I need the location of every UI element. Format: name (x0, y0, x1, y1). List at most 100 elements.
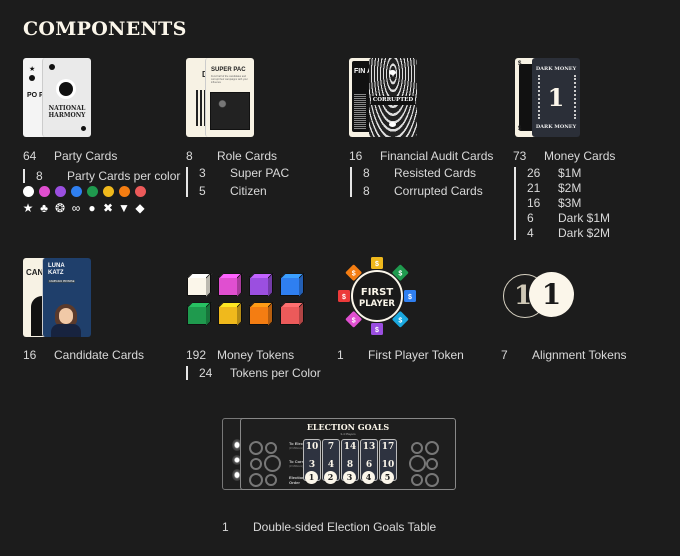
ring-slot (250, 458, 262, 470)
label: Party Cards (54, 149, 118, 163)
dollar-icon: $ (398, 317, 402, 324)
money-token-cube (187, 305, 207, 325)
party-name: NATIONAL HARMONY (48, 105, 86, 119)
count: 64 (23, 149, 37, 163)
to-corrupt-value: 6 (365, 460, 373, 470)
first-player-text-2: PLAYER (359, 299, 395, 309)
ring-slot (425, 441, 439, 455)
audit-card-front-text: CORRUPTED (371, 96, 415, 105)
label: Dark $2M (558, 226, 611, 240)
role-description: Fund half of the candidates and corrupt … (211, 75, 248, 84)
dollar-icon: $ (375, 261, 379, 268)
alignment-row: 7 Alignment Tokens (501, 348, 627, 362)
clover-icon: ♣ (40, 201, 48, 215)
dollar-icon: $ (342, 294, 346, 301)
color-swatch (39, 186, 50, 197)
table-title: ELECTION GOALS (306, 422, 390, 432)
first-player-row: 1 First Player Token (337, 348, 464, 362)
money-sub-row: 16 $3M (527, 196, 581, 210)
role-sub-row: 5 Citizen (199, 184, 267, 198)
page-title: COMPONENTS (23, 18, 187, 40)
money-token-cube (218, 276, 238, 296)
divider (23, 169, 25, 183)
circle-icon: ● (88, 201, 96, 215)
to-corrupt-value: 3 (308, 460, 316, 470)
label: Dark $1M (558, 211, 611, 225)
alignment-token-front: 1 (529, 272, 574, 317)
count: 16 (23, 348, 37, 362)
ring-slot (264, 455, 281, 472)
party-card-front: NATIONAL HARMONY (42, 58, 91, 137)
money-card-title: DARK MONEY (535, 124, 577, 130)
money-cards-row: 73 Money Cards (513, 149, 615, 163)
ring-slot (425, 473, 439, 487)
count: 7 (501, 348, 508, 362)
dot-icon (29, 75, 35, 81)
role-title: SUPER PAC (211, 67, 246, 73)
label: $2M (558, 181, 582, 195)
to-elect-value: 14 (343, 442, 357, 452)
triangle-down-icon: ▼ (118, 201, 130, 215)
color-swatch (23, 186, 34, 197)
color-swatch (135, 186, 146, 197)
color-swatch (119, 186, 130, 197)
label: Money Cards (544, 149, 616, 163)
label: First Player Token (368, 348, 464, 362)
color-swatch (71, 186, 82, 197)
count: 26 (527, 166, 541, 180)
ring-slot (426, 458, 438, 470)
dollar-icon: $ (352, 271, 356, 278)
to-elect-value: 13 (362, 442, 376, 452)
election-order: 4 (362, 471, 375, 484)
audit-sub-row: 8 Corrupted Cards (363, 184, 483, 198)
first-player-token: $ $ $ $ $ $ $ $ FIRST PLAYER (338, 257, 416, 335)
color-swatch (103, 186, 114, 197)
money-tokens-row: 192 Money Tokens (186, 348, 294, 362)
portrait-body (51, 324, 81, 337)
money-tokens-sub-row: 24 Tokens per Color (199, 366, 321, 380)
party-cards-sub-row: 8 Party Cards per color (36, 169, 180, 183)
table-subtitle: 3-4 Players (340, 432, 356, 436)
count: 5 (199, 184, 206, 198)
label: $1M (558, 166, 582, 180)
to-elect-value: 10 (305, 442, 319, 452)
election-order: 1 (305, 471, 318, 484)
eye-icon (389, 70, 396, 75)
star-icon: ★ (29, 66, 36, 73)
color-swatch (55, 186, 66, 197)
dollar-icon: $ (398, 271, 402, 278)
candidate-card-front: LUNA KATZ CAMPAIGN PROMISE (42, 258, 91, 337)
dot-icon (49, 64, 55, 70)
ring-slot (265, 442, 277, 454)
count: 16 (349, 149, 363, 163)
count: 8 (363, 184, 370, 198)
ring-slot (411, 442, 423, 454)
shell-icon: ❂ (54, 201, 66, 215)
ring-slot (409, 455, 426, 472)
eye-icon (389, 122, 396, 127)
label: Double-sided Election Goals Table (253, 520, 437, 534)
role-cards-row: 8 Role Cards (186, 149, 277, 163)
dot-icon (81, 126, 86, 131)
label: Alignment Tokens (532, 348, 627, 362)
label: Money Tokens (217, 348, 295, 362)
divider (514, 167, 516, 240)
count: 192 (186, 348, 207, 362)
count: 1 (222, 520, 229, 534)
count: 21 (527, 181, 541, 195)
diamond-icon: ◆ (135, 201, 145, 215)
label: Resisted Cards (394, 166, 477, 180)
money-token-cube (187, 276, 207, 296)
party-cards-row: 64 Party Cards (23, 149, 117, 163)
ring-slot (249, 473, 263, 487)
count: 16 (527, 196, 541, 210)
label: Candidate Cards (54, 348, 145, 362)
candidate-name: LUNA KATZ (48, 263, 65, 276)
money-card-title: DARK MONEY (535, 66, 577, 72)
label: Super PAC (230, 166, 290, 180)
label: Financial Audit Cards (380, 149, 494, 163)
candidate-promise: CAMPAIGN PROMISE (48, 280, 76, 283)
label: Corrupted Cards (394, 184, 483, 198)
portrait-face (59, 308, 73, 324)
money-sub-row: 21 $2M (527, 181, 581, 195)
